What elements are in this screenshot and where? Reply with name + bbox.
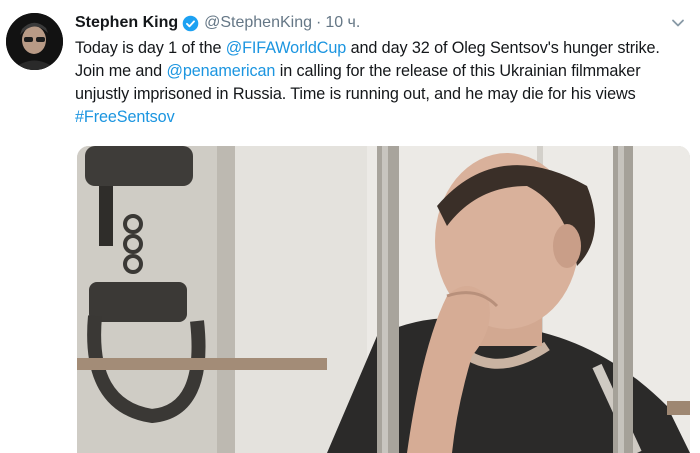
verified-badge-icon [182, 15, 199, 31]
tweet-text: Today is day 1 of the @FIFAWorldCup and … [75, 37, 695, 129]
tweet-text-line-2: Join me and @penamerican in calling for … [75, 60, 695, 83]
tweet-text-line-1: Today is day 1 of the @FIFAWorldCup and … [75, 37, 695, 60]
tweet-header: Stephen King @StephenKing · 10 ч. [75, 12, 360, 34]
photo-image [77, 146, 690, 453]
hashtag-freesentsov-link[interactable]: #FreeSentsov [75, 108, 175, 126]
author-avatar-image [6, 13, 63, 70]
text-segment: Today is day 1 of the [75, 39, 226, 57]
mention-fifaworldcup-link[interactable]: @FIFAWorldCup [226, 39, 346, 57]
tweet-text-line-3: unjustly imprisoned in Russia. Time is r… [75, 85, 636, 103]
separator-dot: · [315, 14, 322, 31]
mention-penamerican-link[interactable]: @penamerican [166, 62, 275, 80]
text-segment: and day 32 of Oleg Sentsov's hunger stri… [346, 39, 660, 57]
author-avatar[interactable] [6, 13, 63, 70]
author-handle[interactable]: @StephenKing [204, 14, 312, 32]
tweet-timestamp[interactable]: 10 ч. [325, 14, 360, 32]
tweet-media-photo[interactable] [77, 146, 690, 453]
author-name[interactable]: Stephen King [75, 14, 178, 32]
tweet-text-line-4: #FreeSentsov [75, 106, 695, 129]
chevron-down-icon[interactable] [670, 15, 686, 31]
text-segment: Join me and [75, 62, 167, 80]
text-segment: in calling for the release of this Ukrai… [275, 62, 641, 80]
